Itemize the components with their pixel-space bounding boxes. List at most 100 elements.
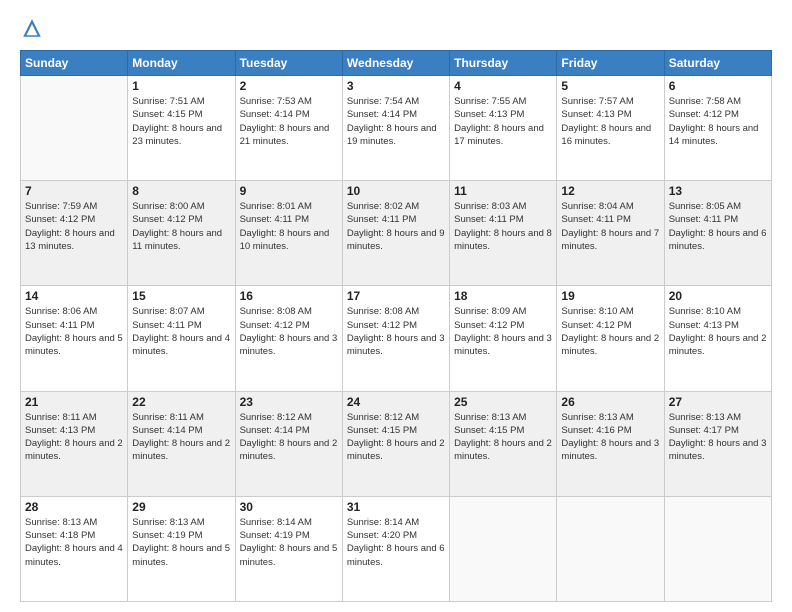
calendar-cell: 18 Sunrise: 8:09 AM Sunset: 4:12 PM Dayli…	[450, 286, 557, 391]
day-number: 2	[240, 79, 338, 93]
day-info: Sunrise: 8:13 AM Sunset: 4:19 PM Dayligh…	[132, 516, 230, 569]
day-info: Sunrise: 7:55 AM Sunset: 4:13 PM Dayligh…	[454, 95, 552, 148]
day-number: 21	[25, 395, 123, 409]
calendar-cell: 22 Sunrise: 8:11 AM Sunset: 4:14 PM Dayli…	[128, 391, 235, 496]
day-number: 24	[347, 395, 445, 409]
day-info: Sunrise: 8:11 AM Sunset: 4:14 PM Dayligh…	[132, 411, 230, 464]
day-number: 20	[669, 289, 767, 303]
day-info: Sunrise: 7:58 AM Sunset: 4:12 PM Dayligh…	[669, 95, 767, 148]
calendar-week-row: 14 Sunrise: 8:06 AM Sunset: 4:11 PM Dayli…	[21, 286, 772, 391]
calendar-cell: 2 Sunrise: 7:53 AM Sunset: 4:14 PM Daylig…	[235, 76, 342, 181]
day-number: 18	[454, 289, 552, 303]
day-info: Sunrise: 8:01 AM Sunset: 4:11 PM Dayligh…	[240, 200, 338, 253]
day-info: Sunrise: 8:12 AM Sunset: 4:14 PM Dayligh…	[240, 411, 338, 464]
day-number: 27	[669, 395, 767, 409]
day-info: Sunrise: 7:54 AM Sunset: 4:14 PM Dayligh…	[347, 95, 445, 148]
logo-icon	[20, 16, 44, 40]
calendar-cell: 7 Sunrise: 7:59 AM Sunset: 4:12 PM Daylig…	[21, 181, 128, 286]
day-number: 5	[561, 79, 659, 93]
weekday-header: Thursday	[450, 51, 557, 76]
day-number: 29	[132, 500, 230, 514]
day-number: 23	[240, 395, 338, 409]
day-number: 13	[669, 184, 767, 198]
day-info: Sunrise: 8:13 AM Sunset: 4:18 PM Dayligh…	[25, 516, 123, 569]
calendar-week-row: 28 Sunrise: 8:13 AM Sunset: 4:18 PM Dayli…	[21, 496, 772, 601]
day-info: Sunrise: 8:08 AM Sunset: 4:12 PM Dayligh…	[347, 305, 445, 358]
day-info: Sunrise: 7:53 AM Sunset: 4:14 PM Dayligh…	[240, 95, 338, 148]
day-info: Sunrise: 8:10 AM Sunset: 4:13 PM Dayligh…	[669, 305, 767, 358]
calendar-cell: 24 Sunrise: 8:12 AM Sunset: 4:15 PM Dayli…	[342, 391, 449, 496]
calendar-week-row: 7 Sunrise: 7:59 AM Sunset: 4:12 PM Daylig…	[21, 181, 772, 286]
calendar-cell: 15 Sunrise: 8:07 AM Sunset: 4:11 PM Dayli…	[128, 286, 235, 391]
calendar-cell: 19Sunrise: 8:10 AM Sunset: 4:12 PM Dayli…	[557, 286, 664, 391]
weekday-header: Friday	[557, 51, 664, 76]
calendar-cell: 21Sunrise: 8:11 AM Sunset: 4:13 PM Dayli…	[21, 391, 128, 496]
day-info: Sunrise: 8:06 AM Sunset: 4:11 PM Dayligh…	[25, 305, 123, 358]
day-info: Sunrise: 8:13 AM Sunset: 4:17 PM Dayligh…	[669, 411, 767, 464]
day-info: Sunrise: 7:57 AM Sunset: 4:13 PM Dayligh…	[561, 95, 659, 148]
calendar-cell: 5 Sunrise: 7:57 AM Sunset: 4:13 PM Daylig…	[557, 76, 664, 181]
day-number: 7	[25, 184, 123, 198]
weekday-header: Sunday	[21, 51, 128, 76]
day-number: 17	[347, 289, 445, 303]
day-info: Sunrise: 8:00 AM Sunset: 4:12 PM Dayligh…	[132, 200, 230, 253]
calendar-cell: 17 Sunrise: 8:08 AM Sunset: 4:12 PM Dayli…	[342, 286, 449, 391]
calendar-cell: 26 Sunrise: 8:13 AM Sunset: 4:16 PM Dayli…	[557, 391, 664, 496]
calendar-cell: 20 Sunrise: 8:10 AM Sunset: 4:13 PM Dayli…	[664, 286, 771, 391]
day-number: 26	[561, 395, 659, 409]
day-number: 28	[25, 500, 123, 514]
calendar-cell: 6 Sunrise: 7:58 AM Sunset: 4:12 PM Daylig…	[664, 76, 771, 181]
calendar-cell: 28 Sunrise: 8:13 AM Sunset: 4:18 PM Dayli…	[21, 496, 128, 601]
calendar-cell: 13 Sunrise: 8:05 AM Sunset: 4:11 PM Dayli…	[664, 181, 771, 286]
calendar-cell: 25 Sunrise: 8:13 AM Sunset: 4:15 PM Dayli…	[450, 391, 557, 496]
day-number: 1	[132, 79, 230, 93]
day-info: Sunrise: 8:07 AM Sunset: 4:11 PM Dayligh…	[132, 305, 230, 358]
calendar-cell: 1 Sunrise: 7:51 AM Sunset: 4:15 PM Daylig…	[128, 76, 235, 181]
calendar-cell: 4 Sunrise: 7:55 AM Sunset: 4:13 PM Daylig…	[450, 76, 557, 181]
weekday-header-row: SundayMondayTuesdayWednesdayThursdayFrid…	[21, 51, 772, 76]
day-number: 3	[347, 79, 445, 93]
day-info: Sunrise: 8:02 AM Sunset: 4:11 PM Dayligh…	[347, 200, 445, 253]
calendar-cell	[450, 496, 557, 601]
day-info: Sunrise: 8:13 AM Sunset: 4:15 PM Dayligh…	[454, 411, 552, 464]
day-number: 16	[240, 289, 338, 303]
calendar-cell: 14 Sunrise: 8:06 AM Sunset: 4:11 PM Dayli…	[21, 286, 128, 391]
day-number: 6	[669, 79, 767, 93]
day-info: Sunrise: 7:59 AM Sunset: 4:12 PM Dayligh…	[25, 200, 123, 253]
day-number: 31	[347, 500, 445, 514]
day-number: 4	[454, 79, 552, 93]
day-info: Sunrise: 8:10 AM Sunset: 4:12 PM Dayligh…	[561, 305, 659, 358]
day-number: 10	[347, 184, 445, 198]
calendar-cell: 3 Sunrise: 7:54 AM Sunset: 4:14 PM Daylig…	[342, 76, 449, 181]
day-info: Sunrise: 8:14 AM Sunset: 4:20 PM Dayligh…	[347, 516, 445, 569]
weekday-header: Wednesday	[342, 51, 449, 76]
calendar-week-row: 1 Sunrise: 7:51 AM Sunset: 4:15 PM Daylig…	[21, 76, 772, 181]
day-info: Sunrise: 8:05 AM Sunset: 4:11 PM Dayligh…	[669, 200, 767, 253]
day-number: 9	[240, 184, 338, 198]
day-number: 15	[132, 289, 230, 303]
day-info: Sunrise: 8:14 AM Sunset: 4:19 PM Dayligh…	[240, 516, 338, 569]
day-info: Sunrise: 8:13 AM Sunset: 4:16 PM Dayligh…	[561, 411, 659, 464]
calendar-cell	[557, 496, 664, 601]
calendar-cell: 23 Sunrise: 8:12 AM Sunset: 4:14 PM Dayli…	[235, 391, 342, 496]
header	[20, 16, 772, 40]
calendar-cell: 16 Sunrise: 8:08 AM Sunset: 4:12 PM Dayli…	[235, 286, 342, 391]
day-number: 22	[132, 395, 230, 409]
calendar-cell: 29 Sunrise: 8:13 AM Sunset: 4:19 PM Dayli…	[128, 496, 235, 601]
day-info: Sunrise: 8:12 AM Sunset: 4:15 PM Dayligh…	[347, 411, 445, 464]
calendar-table: SundayMondayTuesdayWednesdayThursdayFrid…	[20, 50, 772, 602]
day-number: 14	[25, 289, 123, 303]
day-number: 30	[240, 500, 338, 514]
calendar-cell: 30 Sunrise: 8:14 AM Sunset: 4:19 PM Dayli…	[235, 496, 342, 601]
day-info: Sunrise: 8:04 AM Sunset: 4:11 PM Dayligh…	[561, 200, 659, 253]
weekday-header: Saturday	[664, 51, 771, 76]
logo	[20, 16, 46, 40]
calendar-cell: 11Sunrise: 8:03 AM Sunset: 4:11 PM Dayli…	[450, 181, 557, 286]
weekday-header: Tuesday	[235, 51, 342, 76]
day-info: Sunrise: 7:51 AM Sunset: 4:15 PM Dayligh…	[132, 95, 230, 148]
day-info: Sunrise: 8:09 AM Sunset: 4:12 PM Dayligh…	[454, 305, 552, 358]
calendar-week-row: 21Sunrise: 8:11 AM Sunset: 4:13 PM Dayli…	[21, 391, 772, 496]
day-number: 25	[454, 395, 552, 409]
calendar-cell: 31 Sunrise: 8:14 AM Sunset: 4:20 PM Dayli…	[342, 496, 449, 601]
day-info: Sunrise: 8:08 AM Sunset: 4:12 PM Dayligh…	[240, 305, 338, 358]
